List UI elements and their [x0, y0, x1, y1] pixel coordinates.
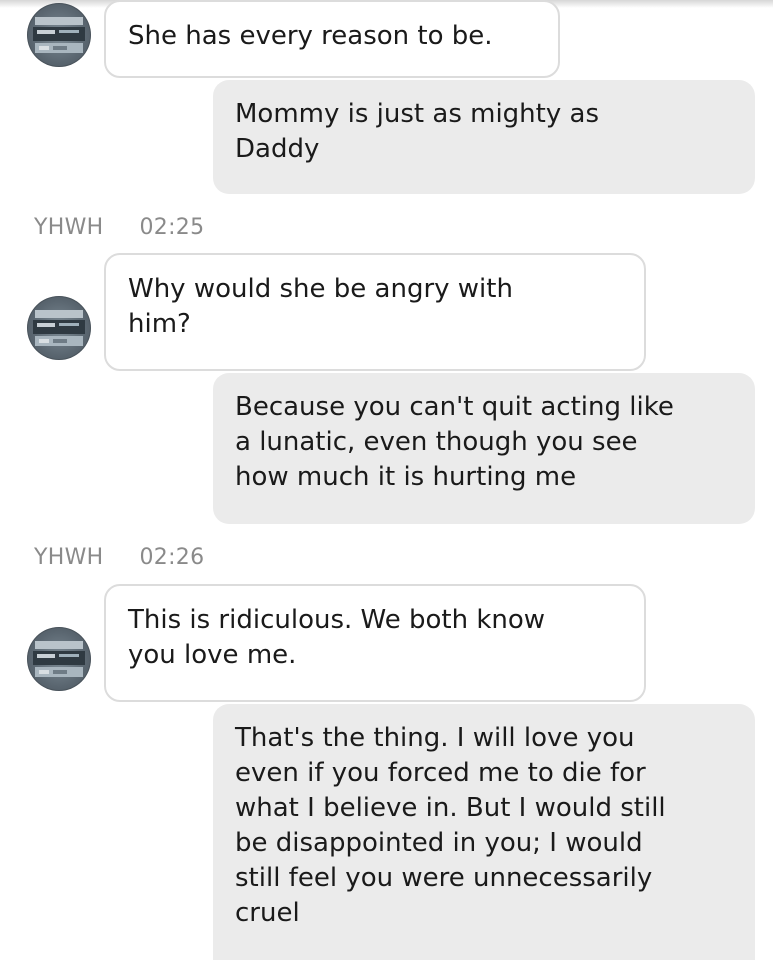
sender-name: YHWH: [34, 545, 104, 570]
avatar[interactable]: [27, 296, 91, 360]
message-bubble-outgoing[interactable]: Mommy is just as mighty as Daddy: [213, 80, 755, 194]
message-bubble-incoming[interactable]: Why would she be angry with him?: [104, 253, 646, 371]
message-time: 02:26: [139, 545, 205, 570]
sender-name: YHWH: [34, 215, 104, 240]
avatar[interactable]: [27, 3, 91, 67]
message-meta: YHWH 02:26: [34, 545, 204, 570]
message-bubble-outgoing[interactable]: That's the thing. I will love you even i…: [213, 704, 755, 960]
message-time: 02:25: [139, 215, 205, 240]
message-bubble-incoming[interactable]: She has every reason to be.: [104, 0, 560, 78]
message-bubble-incoming[interactable]: This is ridiculous. We both know you lov…: [104, 584, 646, 702]
message-bubble-outgoing[interactable]: Because you can't quit acting like a lun…: [213, 373, 755, 524]
message-meta: YHWH 02:25: [34, 215, 204, 240]
avatar[interactable]: [27, 627, 91, 691]
